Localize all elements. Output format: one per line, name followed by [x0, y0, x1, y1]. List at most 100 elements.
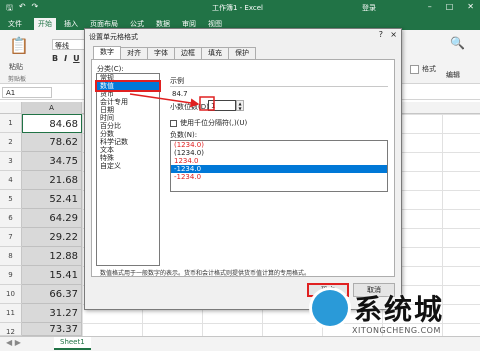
sign-in-link[interactable]: 登录: [362, 3, 376, 13]
bold-icon[interactable]: B: [52, 54, 58, 63]
format-description: 数值格式用于一般数字的表示。货币和会计格式则提供货币值计算的专用格式。: [100, 270, 311, 277]
row-header[interactable]: 12: [0, 323, 22, 336]
select-all-corner[interactable]: [0, 102, 22, 114]
watermark-main-text: 系统城: [354, 293, 445, 326]
tab-font[interactable]: 字体: [147, 47, 175, 59]
watermark-logo-icon: [312, 290, 348, 326]
decimal-places-label: 小数位数(D):: [170, 103, 212, 111]
cell-a7[interactable]: 29.22: [22, 228, 82, 247]
close-window-icon[interactable]: ✕: [467, 2, 474, 11]
category-item[interactable]: 时间: [97, 114, 159, 122]
tab-number[interactable]: 数字: [93, 46, 121, 59]
category-item-number[interactable]: 数值: [95, 80, 161, 92]
category-item[interactable]: 文本: [97, 146, 159, 154]
category-item[interactable]: 日期: [97, 106, 159, 114]
decimal-spinner[interactable]: ▲ ▼: [236, 100, 244, 111]
paste-icon[interactable]: 📋: [8, 36, 30, 62]
cell-a6[interactable]: 64.29: [22, 209, 82, 228]
tab-file[interactable]: 文件: [4, 18, 26, 30]
find-icon[interactable]: 🔍: [450, 36, 465, 50]
format-button[interactable]: 格式: [410, 64, 472, 74]
row-header[interactable]: 1: [0, 114, 22, 133]
window-controls: – □ ✕: [428, 2, 474, 11]
negative-item[interactable]: 1234.0: [171, 157, 387, 165]
cell-a11[interactable]: 31.27: [22, 304, 82, 323]
tab-alignment[interactable]: 对齐: [120, 47, 148, 59]
category-item[interactable]: 常规: [97, 74, 159, 82]
dialog-title: 设置单元格格式: [89, 33, 138, 41]
row-header[interactable]: 8: [0, 247, 22, 266]
format-icon: [410, 64, 419, 74]
negative-numbers-label: 负数(N):: [170, 131, 198, 139]
category-item[interactable]: 科学记数: [97, 138, 159, 146]
sheet-nav-icon[interactable]: ◀ ▶: [6, 338, 21, 347]
negative-numbers-list[interactable]: (1234.0) (1234.0) 1234.0 -1234.0 -1234.0: [170, 140, 388, 192]
row-header[interactable]: 9: [0, 266, 22, 285]
row-header[interactable]: 2: [0, 133, 22, 152]
row-header[interactable]: 11: [0, 304, 22, 323]
tab-protection[interactable]: 保护: [228, 47, 256, 59]
row-header[interactable]: 7: [0, 228, 22, 247]
cell-a5[interactable]: 52.41: [22, 190, 82, 209]
save-icon[interactable]: 🖫: [6, 2, 13, 16]
editing-label: 编辑: [446, 71, 460, 79]
sample-value: 84.7: [170, 86, 388, 100]
cell-a1[interactable]: 84.68: [22, 114, 82, 133]
negative-item[interactable]: (1234.0): [171, 141, 387, 149]
negative-item[interactable]: -1234.0: [171, 173, 387, 181]
format-cells-dialog: 设置单元格格式 ? × 数字 对齐 字体 边框 填充 保护 分类(C): 常规 …: [84, 28, 402, 310]
maximize-icon[interactable]: □: [446, 2, 454, 11]
tab-border[interactable]: 边框: [174, 47, 202, 59]
close-icon[interactable]: ×: [390, 30, 397, 39]
row-header[interactable]: 6: [0, 209, 22, 228]
category-item[interactable]: 会计专用: [97, 98, 159, 106]
category-item[interactable]: 百分比: [97, 122, 159, 130]
name-box[interactable]: A1: [2, 87, 52, 98]
category-item[interactable]: 货币: [97, 90, 159, 98]
thousands-checkbox[interactable]: [170, 119, 177, 127]
column-header-a[interactable]: A: [22, 102, 82, 114]
row-header[interactable]: 5: [0, 190, 22, 209]
negative-item-selected[interactable]: -1234.0: [171, 165, 387, 173]
thousands-separator-option[interactable]: 使用千位分隔符(,)(U): [170, 118, 247, 128]
sheet-tab-sheet1[interactable]: Sheet1: [54, 337, 91, 350]
sample-label: 示例: [170, 77, 184, 85]
spin-down-icon[interactable]: ▼: [238, 106, 241, 111]
thousands-label: 使用千位分隔符(,)(U): [180, 119, 248, 127]
cell-a9[interactable]: 15.41: [22, 266, 82, 285]
title-bar: 🖫 ↶ ↷ 工作簿1 - Excel 登录 – □ ✕: [0, 0, 480, 16]
negative-item[interactable]: (1234.0): [171, 149, 387, 157]
cell-a3[interactable]: 34.75: [22, 152, 82, 171]
paste-label: 粘贴: [9, 63, 23, 71]
cell-a12[interactable]: 73.37: [22, 323, 82, 336]
redo-icon[interactable]: ↷: [32, 2, 39, 16]
decimal-places-input[interactable]: 1: [208, 100, 236, 111]
number-panel: 分类(C): 常规 数值 货币 会计专用 日期 时间 百分比 分数 科学记数 文…: [91, 59, 395, 277]
site-watermark: 系统城 XITONGCHENG.COM: [308, 286, 480, 346]
category-item[interactable]: 自定义: [97, 162, 159, 170]
window-title: 工作簿1 - Excel: [212, 4, 263, 12]
cell-a10[interactable]: 66.37: [22, 285, 82, 304]
undo-icon[interactable]: ↶: [19, 2, 26, 16]
tab-insert[interactable]: 插入: [60, 18, 82, 30]
category-item[interactable]: 特殊: [97, 154, 159, 162]
italic-icon[interactable]: I: [64, 54, 67, 63]
cell-a8[interactable]: 12.88: [22, 247, 82, 266]
dialog-tabs: 数字 对齐 字体 边框 填充 保护: [93, 46, 256, 59]
tab-home[interactable]: 开始: [34, 18, 56, 30]
font-style-buttons: B I U: [52, 54, 80, 63]
cell-a2[interactable]: 78.62: [22, 133, 82, 152]
tab-fill[interactable]: 填充: [201, 47, 229, 59]
minimize-icon[interactable]: –: [428, 2, 432, 11]
quick-access-toolbar: 🖫 ↶ ↷: [6, 2, 38, 16]
row-header[interactable]: 3: [0, 152, 22, 171]
format-label: 格式: [422, 65, 436, 73]
row-header[interactable]: 4: [0, 171, 22, 190]
row-header[interactable]: 10: [0, 285, 22, 304]
underline-icon[interactable]: U: [73, 54, 80, 63]
category-item[interactable]: 分数: [97, 130, 159, 138]
category-list[interactable]: 常规 数值 货币 会计专用 日期 时间 百分比 分数 科学记数 文本 特殊 自定…: [95, 73, 161, 266]
font-name-box[interactable]: 等线: [52, 39, 86, 50]
cell-a4[interactable]: 21.68: [22, 171, 82, 190]
help-icon[interactable]: ?: [379, 30, 383, 39]
